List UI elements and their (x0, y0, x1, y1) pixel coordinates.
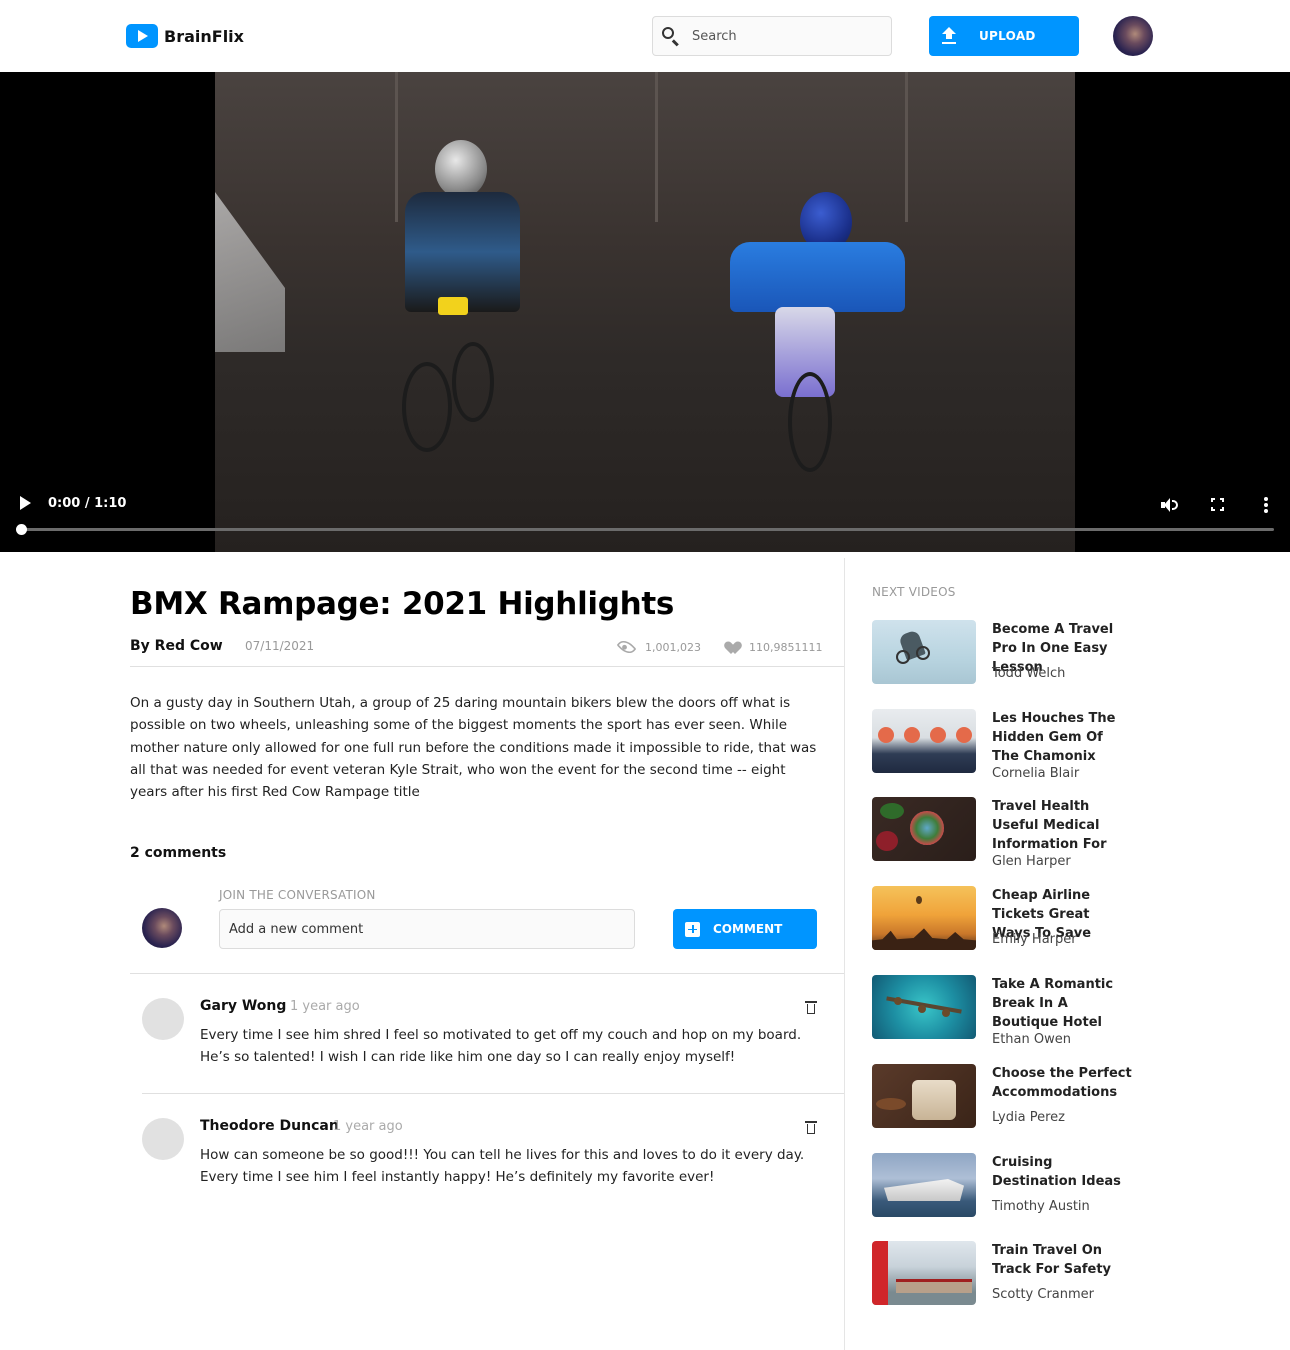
progress-bar[interactable] (16, 524, 1274, 535)
next-video-author: Glen Harper (992, 854, 1071, 869)
video-author: By Red Cow (130, 638, 223, 654)
rider-left (390, 132, 540, 462)
comment-time: 1 year ago (290, 999, 360, 1014)
next-video-item[interactable]: Travel Health Useful Medical Information… (872, 797, 1132, 869)
commenter-avatar (142, 1118, 184, 1160)
eye-icon (616, 637, 637, 657)
video-thumbnail[interactable] (872, 886, 976, 950)
video-description: On a gusty day in Southern Utah, a group… (130, 695, 817, 801)
comment-item: Gary Wong 1 year ago Every time I see hi… (142, 998, 822, 1078)
next-video-author: Todd Welch (992, 666, 1066, 681)
next-video-title: Train Travel On Track For Safety (992, 1243, 1112, 1277)
video-title: BMX Rampage: 2021 Highlights (130, 586, 675, 622)
next-video-title: Cruising Destination Ideas (992, 1155, 1121, 1189)
commenter-name: Gary Wong (200, 998, 287, 1014)
next-video-item[interactable]: Cruising Destination Ideas Timothy Austi… (872, 1153, 1132, 1223)
next-video-author: Emily Harper (992, 932, 1077, 947)
next-video-author: Scotty Cranmer (992, 1287, 1095, 1302)
play-logo-icon (126, 24, 158, 48)
video-thumbnail[interactable] (872, 797, 976, 861)
next-video-title: Travel Health Useful Medical Information… (992, 799, 1107, 852)
comment-text: Every time I see him shred I feel so mot… (200, 1027, 802, 1066)
upload-icon (941, 27, 957, 45)
user-avatar[interactable] (1113, 16, 1153, 56)
divider (130, 666, 844, 667)
trash-icon[interactable] (805, 1121, 817, 1134)
upload-button[interactable]: UPLOAD (929, 16, 1079, 56)
next-video-author: Ethan Owen (992, 1032, 1071, 1047)
progress-knob[interactable] (16, 524, 27, 535)
add-comment-icon (685, 921, 700, 937)
comment-time: 1 year ago (333, 1119, 403, 1134)
next-video-title: Take A Romantic Break In A Boutique Hote… (992, 977, 1114, 1030)
time-display: 0:00 / 1:10 (48, 496, 127, 511)
next-video-item[interactable]: Les Houches The Hidden Gem Of The Chamon… (872, 709, 1132, 781)
divider (142, 1093, 844, 1094)
next-video-item[interactable]: Train Travel On Track For Safety Scotty … (872, 1241, 1132, 1311)
search-icon (661, 26, 681, 47)
upload-label: UPLOAD (979, 29, 1036, 43)
next-video-item[interactable]: Take A Romantic Break In A Boutique Hote… (872, 975, 1132, 1047)
comment-text: How can someone be so good!!! You can te… (200, 1147, 805, 1186)
volume-icon[interactable] (1161, 498, 1179, 512)
video-thumbnail[interactable] (872, 709, 976, 773)
commenter-name: Theodore Duncan (200, 1118, 339, 1134)
video-thumbnail[interactable] (872, 1241, 976, 1305)
next-video-item[interactable]: Become A Travel Pro In One Easy Lesson T… (872, 620, 1132, 690)
fullscreen-icon[interactable] (1211, 498, 1224, 511)
current-user-avatar (142, 908, 182, 948)
next-video-title: Choose the Perfect Accommodations (992, 1066, 1132, 1100)
view-count: 1,001,023 (645, 641, 701, 654)
divider (130, 973, 844, 974)
more-options-icon[interactable] (1264, 497, 1268, 513)
video-player[interactable]: 0:00 / 1:10 (0, 72, 1290, 552)
search-input[interactable] (692, 28, 872, 44)
video-date: 07/11/2021 (245, 639, 315, 653)
video-thumbnail[interactable] (872, 1153, 976, 1217)
video-frame[interactable] (215, 72, 1075, 552)
like-count: 110,9851111 (749, 641, 823, 654)
logo-text: BrainFlix (164, 26, 244, 46)
next-video-author: Timothy Austin (992, 1199, 1090, 1214)
heart-icon[interactable] (726, 642, 740, 654)
comment-input[interactable] (219, 909, 635, 949)
header: BrainFlix UPLOAD (0, 0, 1290, 72)
comment-count: 2 comments (130, 845, 227, 861)
next-videos-heading: NEXT VIDEOS (872, 585, 956, 599)
comment-button[interactable]: COMMENT (673, 909, 817, 949)
next-video-author: Cornelia Blair (992, 766, 1080, 781)
rider-right (720, 187, 910, 487)
trash-icon[interactable] (805, 1001, 817, 1014)
video-thumbnail[interactable] (872, 975, 976, 1039)
next-video-author: Lydia Perez (992, 1110, 1065, 1125)
next-video-item[interactable]: Cheap Airline Tickets Great Ways To Save… (872, 886, 1132, 956)
brainflix-logo[interactable]: BrainFlix (126, 24, 244, 48)
play-icon[interactable] (20, 496, 31, 510)
video-meta: By Red Cow 07/11/2021 1,001,023 110,9851… (130, 637, 822, 658)
commenter-avatar (142, 998, 184, 1040)
next-video-item[interactable]: Choose the Perfect Accommodations Lydia … (872, 1064, 1132, 1134)
video-thumbnail[interactable] (872, 1064, 976, 1128)
sidebar-divider (844, 558, 845, 1350)
video-thumbnail[interactable] (872, 620, 976, 684)
join-conversation-label: JOIN THE CONVERSATION (219, 888, 376, 902)
comment-item: Theodore Duncan 1 year ago How can someo… (142, 1118, 822, 1198)
search-box[interactable] (652, 16, 892, 56)
next-video-title: Les Houches The Hidden Gem Of The Chamon… (992, 711, 1116, 764)
comment-button-label: COMMENT (713, 922, 783, 936)
